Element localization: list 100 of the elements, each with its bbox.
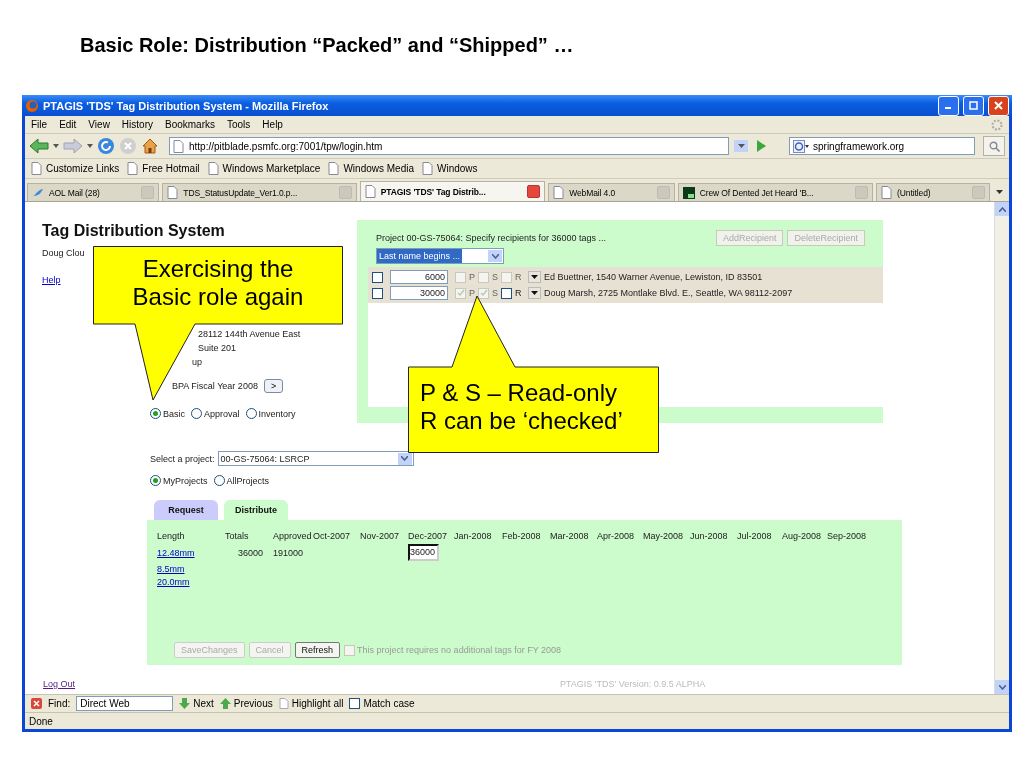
- menu-item[interactable]: Tools: [227, 119, 251, 130]
- checkbox[interactable]: [349, 698, 361, 709]
- callout-text: Basic role again: [132, 283, 304, 311]
- radio-option[interactable]: Inventory: [245, 408, 296, 419]
- home-icon[interactable]: [141, 137, 159, 155]
- name-filter-dropdown[interactable]: Last name begins ...: [376, 248, 504, 264]
- browser-tab[interactable]: AOL Mail (28): [27, 183, 160, 201]
- browser-tab[interactable]: Crew Of Dented Jet Heard 'B...: [677, 183, 873, 201]
- column-header: Dec-2007: [408, 531, 448, 541]
- window-title: PTAGIS 'TDS' Tag Distribution System - Mozilla Firefox: [43, 99, 330, 112]
- previous-button[interactable]: Previous: [219, 698, 273, 709]
- next-button[interactable]: >: [263, 379, 284, 393]
- menu-item[interactable]: File: [31, 119, 48, 130]
- column-header: Sep-2008: [827, 531, 867, 541]
- page-icon: [173, 139, 184, 153]
- action-button[interactable]: Refresh: [294, 642, 341, 658]
- menu-item[interactable]: View: [88, 119, 110, 130]
- help-link[interactable]: Help: [42, 275, 61, 285]
- bookmark-link[interactable]: Windows Marketplace: [222, 163, 321, 174]
- tab-close-icon[interactable]: [527, 185, 541, 198]
- down-arrow-icon[interactable]: [179, 698, 191, 709]
- column-header: Apr-2008: [597, 531, 635, 541]
- column-header: Approved: [273, 531, 312, 541]
- section-tab[interactable]: Request: [154, 500, 218, 520]
- flag-label: R: [515, 272, 522, 282]
- bookmark-link[interactable]: Customize Links: [46, 163, 120, 174]
- column-header: May-2008: [643, 531, 684, 541]
- quantity-field[interactable]: 30000: [390, 286, 448, 300]
- flag-checkbox[interactable]: [501, 287, 512, 299]
- radio-option[interactable]: Approval: [191, 408, 240, 419]
- browser-tab[interactable]: TDS_StatusUpdate_Ver1.0.p...: [162, 183, 357, 201]
- caret-icon[interactable]: [87, 144, 93, 148]
- page-icon: [31, 162, 42, 175]
- flag-label: P: [469, 272, 475, 282]
- radio-option[interactable]: MyProjects: [150, 475, 208, 486]
- column-header: Jan-2008: [454, 531, 492, 541]
- address-bar[interactable]: http://pitblade.psmfc.org:7001/tpw/login.htm: [169, 137, 729, 155]
- find-label: Find:: [48, 698, 71, 709]
- row-checkbox[interactable]: [372, 271, 383, 283]
- search-field[interactable]: springframework.org: [789, 137, 975, 155]
- browser-tab[interactable]: (Untitled): [876, 183, 990, 201]
- select-label: Select a project:: [150, 453, 215, 464]
- caret-icon[interactable]: [53, 144, 59, 148]
- slide-title: Basic Role: Distribution “Packed” and “Shipped” …: [80, 34, 574, 57]
- length-link[interactable]: 12.48mm: [157, 547, 195, 558]
- table-cell: 36000: [237, 547, 263, 558]
- maximize-button[interactable]: [963, 95, 984, 116]
- page-icon: [422, 162, 433, 175]
- search-icon[interactable]: [988, 140, 1000, 152]
- menu-item[interactable]: Bookmarks: [165, 119, 215, 130]
- page-icon: [127, 162, 139, 175]
- section-tab[interactable]: Distribute: [224, 500, 288, 520]
- menu-item[interactable]: History: [121, 119, 153, 130]
- menu-item[interactable]: Help: [262, 119, 283, 130]
- address-line: up: [192, 356, 202, 369]
- scroll-up-icon[interactable]: [998, 206, 1006, 212]
- recipients-heading: Project 00-GS-75064: Specify recipients for 36000 tags ...: [376, 233, 608, 243]
- column-header: Nov-2007: [360, 531, 400, 541]
- bookmark-link[interactable]: Windows: [437, 163, 478, 174]
- flag-label: S: [492, 272, 498, 282]
- close-icon[interactable]: [994, 101, 1003, 110]
- quantity-field[interactable]: 6000: [390, 270, 448, 284]
- reload-icon[interactable]: [97, 137, 115, 155]
- scroll-down-icon[interactable]: [998, 684, 1006, 690]
- user-name: Doug Clou: [42, 248, 85, 260]
- find-field[interactable]: Direct Web: [76, 696, 174, 711]
- column-header: Oct-2007: [313, 531, 351, 541]
- version-text: PTAGIS 'TDS' Version: 0.9.5 ALPHA: [560, 679, 706, 689]
- search-button[interactable]: [983, 136, 1005, 156]
- column-header: Totals: [225, 531, 249, 541]
- logout-link[interactable]: Log Out: [43, 679, 268, 689]
- throbber-icon: [991, 118, 1003, 131]
- radio-option[interactable]: AllProjects: [213, 475, 270, 486]
- page-icon[interactable]: [278, 698, 289, 709]
- bookmark-link[interactable]: Free Hotmail: [142, 163, 200, 174]
- browser-tab[interactable]: PTAGIS 'TDS' Tag Distrib...: [359, 181, 546, 201]
- close-button[interactable]: [988, 95, 1009, 116]
- address-line: 28112 144th Avenue East: [198, 328, 301, 341]
- bookmark-link[interactable]: Windows Media: [343, 163, 414, 174]
- radio-option[interactable]: Basic: [150, 408, 185, 419]
- project-dropdown[interactable]: 00-GS-75064: LSRCP: [217, 451, 414, 466]
- highlight-button[interactable]: Highlight all: [278, 698, 344, 709]
- back-arrow-icon[interactable]: [29, 138, 49, 154]
- browser-tab[interactable]: WebMail 4.0: [548, 183, 675, 201]
- row-checkbox[interactable]: [372, 287, 383, 299]
- callout-text: P & S – Read-only: [420, 379, 617, 407]
- column-header: Jul-2008: [737, 531, 772, 541]
- search-engine-icon[interactable]: [793, 139, 809, 153]
- next-button[interactable]: Next: [179, 698, 214, 709]
- page-icon: [553, 186, 565, 199]
- scrollbar[interactable]: [994, 202, 1009, 694]
- close-icon[interactable]: [31, 698, 42, 709]
- length-link[interactable]: 20.0mm: [157, 577, 190, 587]
- month-input[interactable]: 36000: [408, 544, 440, 561]
- up-arrow-icon[interactable]: [219, 698, 231, 709]
- history-dropdown-icon[interactable]: [734, 140, 748, 152]
- menu-item[interactable]: Edit: [59, 119, 77, 130]
- minimize-button[interactable]: [938, 95, 959, 116]
- length-link[interactable]: 8.5mm: [157, 564, 185, 574]
- maximize-icon[interactable]: [969, 101, 978, 110]
